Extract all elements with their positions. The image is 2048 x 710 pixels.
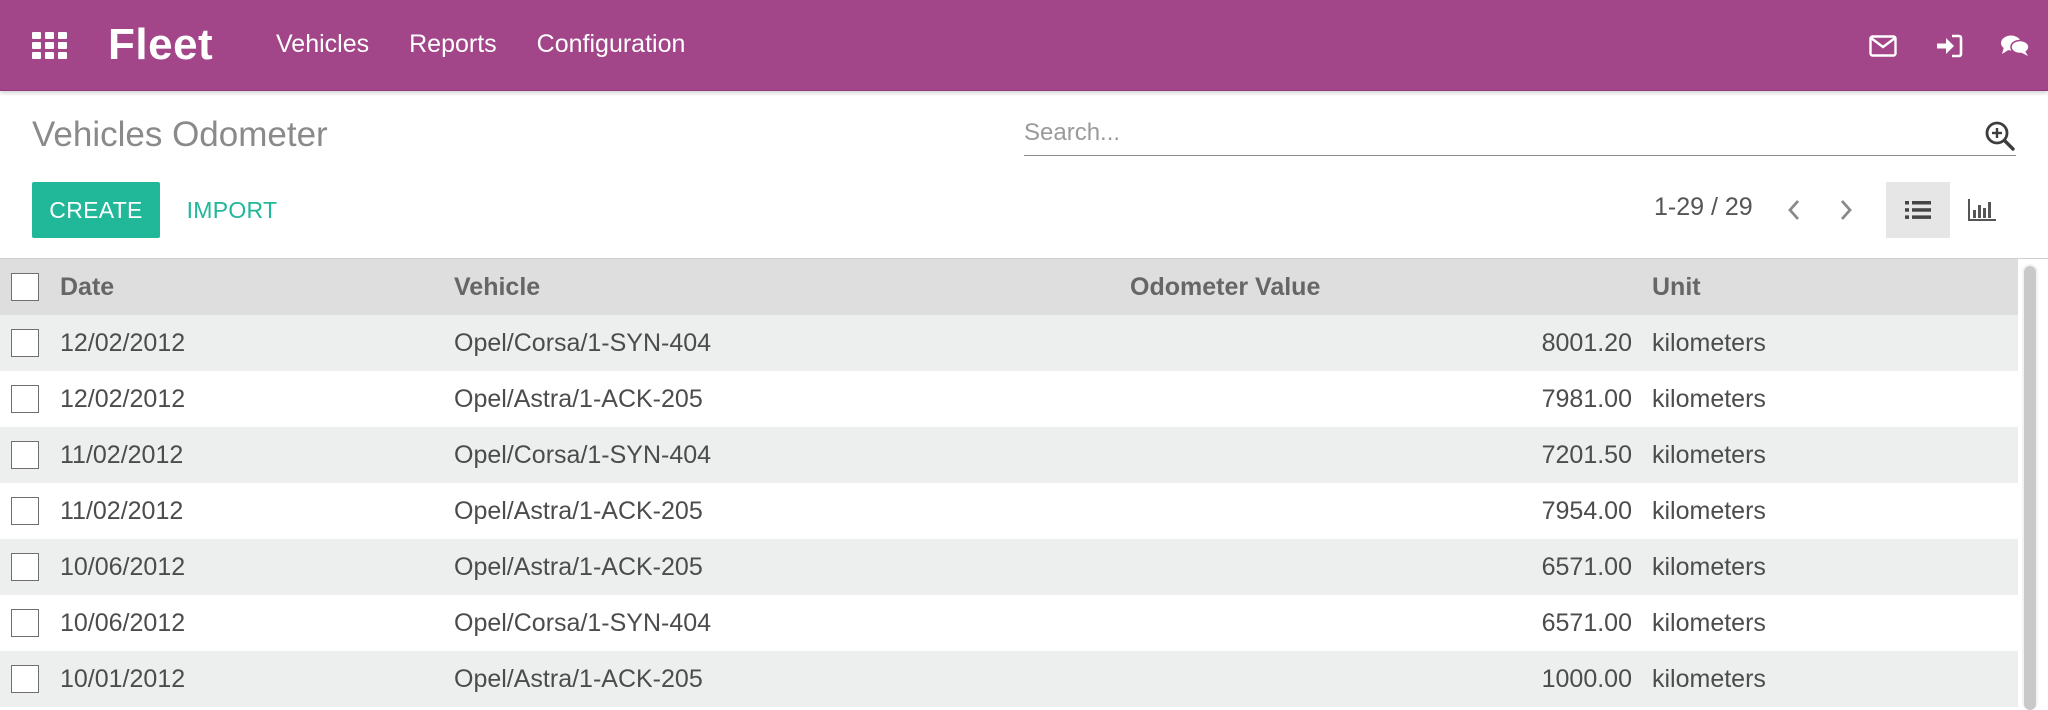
app-brand: Fleet [108,20,214,69]
table-row[interactable]: 11/02/2012 Opel/Corsa/1-SYN-404 7201.50 … [0,427,2018,483]
mail-icon[interactable] [1850,30,1916,62]
pager-value[interactable]: 1-29 / 29 [1654,193,1753,222]
unit-cell: kilometers [1652,608,1766,637]
chevron-right-icon[interactable] [1826,190,1866,230]
column-header-unit[interactable]: Unit [1652,259,2018,315]
select-all-checkbox[interactable] [11,273,39,301]
column-header-date[interactable]: Date [60,259,454,315]
odometer-value-cell: 8001.20 [1541,328,1632,357]
vehicle-cell: Opel/Astra/1-ACK-205 [454,384,703,413]
list-icon [1905,201,1931,219]
systray [1850,30,2048,62]
unit-cell: kilometers [1652,496,1766,525]
date-cell: 12/02/2012 [60,328,186,357]
table-row[interactable]: 12/02/2012 Opel/Corsa/1-SYN-404 8001.20 … [0,315,2018,371]
table-row[interactable]: 12/02/2012 Opel/Astra/1-ACK-205 7981.00 … [0,371,2018,427]
table-row[interactable]: 10/06/2012 Opel/Corsa/1-SYN-404 6571.00 … [0,595,2018,651]
chevron-left-icon[interactable] [1774,190,1814,230]
vehicle-cell: Opel/Corsa/1-SYN-404 [454,608,712,637]
column-header-vehicle[interactable]: Vehicle [454,259,1130,315]
date-cell: 10/06/2012 [60,552,186,581]
list-view-button[interactable] [1886,182,1950,238]
row-checkbox[interactable] [11,329,39,357]
odometer-value-cell: 1000.00 [1541,664,1632,693]
row-checkbox[interactable] [11,553,39,581]
graph-view-button[interactable] [1950,182,2014,238]
date-cell: 10/01/2012 [60,664,186,693]
date-cell: 10/06/2012 [60,608,186,637]
top-navbar: Fleet Vehicles Reports Configuration [0,0,2048,91]
vehicle-cell: Opel/Astra/1-ACK-205 [454,664,703,693]
scrollbar-thumb[interactable] [2024,266,2036,710]
table-header-row: Date Vehicle Odometer Value Unit [0,259,2018,315]
page-title: Vehicles Odometer [32,115,328,154]
odometer-value-cell: 7201.50 [1541,440,1632,469]
vehicle-cell: Opel/Corsa/1-SYN-404 [454,440,712,469]
list-view: Date Vehicle Odometer Value Unit 12/02/2… [0,258,2048,710]
unit-cell: kilometers [1652,552,1766,581]
table-row[interactable]: 10/01/2012 Opel/Astra/1-ACK-205 1000.00 … [0,651,2018,707]
row-checkbox[interactable] [11,609,39,637]
vehicle-cell: Opel/Corsa/1-SYN-404 [454,328,712,357]
row-checkbox[interactable] [11,665,39,693]
search-options-icon[interactable] [1984,120,2016,152]
menu-item-vehicles[interactable]: Vehicles [276,30,369,59]
menu-item-configuration[interactable]: Configuration [537,30,686,59]
date-cell: 12/02/2012 [60,384,186,413]
main-menu: Vehicles Reports Configuration [276,30,685,59]
odometer-value-cell: 7954.00 [1541,496,1632,525]
search-input[interactable] [1024,114,1964,152]
odometer-value-cell: 6571.00 [1541,552,1632,581]
chat-icon[interactable] [1982,30,2048,62]
menu-item-reports[interactable]: Reports [409,30,497,59]
row-checkbox[interactable] [11,497,39,525]
unit-cell: kilometers [1652,384,1766,413]
unit-cell: kilometers [1652,440,1766,469]
table-row[interactable]: 11/02/2012 Opel/Astra/1-ACK-205 7954.00 … [0,483,2018,539]
import-button[interactable]: IMPORT [170,182,294,238]
odometer-value-cell: 6571.00 [1541,608,1632,637]
row-checkbox[interactable] [11,385,39,413]
unit-cell: kilometers [1652,664,1766,693]
table-row[interactable]: 10/06/2012 Opel/Astra/1-ACK-205 6571.00 … [0,539,2018,595]
date-cell: 11/02/2012 [60,496,184,525]
vehicle-cell: Opel/Astra/1-ACK-205 [454,552,703,581]
odometer-value-cell: 7981.00 [1541,384,1632,413]
vehicle-cell: Opel/Astra/1-ACK-205 [454,496,703,525]
select-all-cell [0,259,60,315]
date-cell: 11/02/2012 [60,440,184,469]
unit-cell: kilometers [1652,328,1766,357]
create-button[interactable]: CREATE [32,182,160,238]
column-header-odometer-value[interactable]: Odometer Value [1130,259,1652,315]
search-bar [1024,114,2016,156]
row-checkbox[interactable] [11,441,39,469]
odometer-table: Date Vehicle Odometer Value Unit 12/02/2… [0,259,2018,707]
bar-chart-icon [1968,199,1996,221]
apps-menu-icon[interactable] [32,32,68,59]
sign-in-icon[interactable] [1916,30,1982,62]
